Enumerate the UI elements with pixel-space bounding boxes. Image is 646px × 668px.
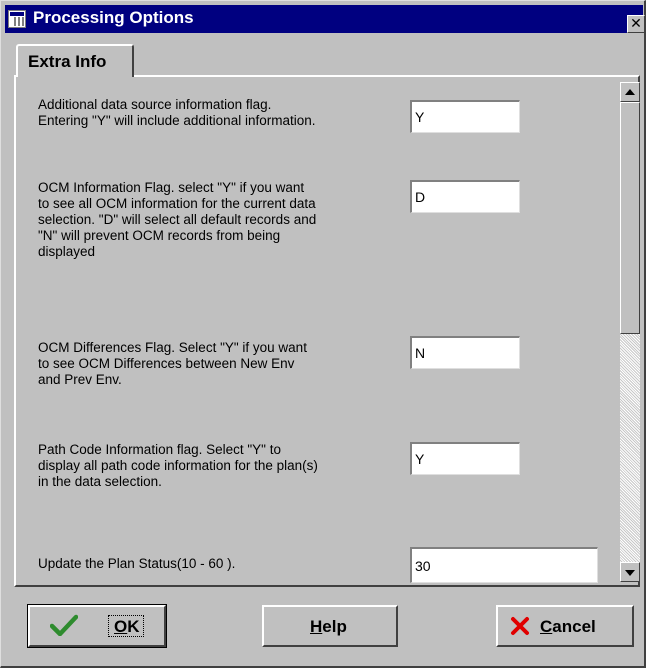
checkmark-icon (50, 614, 78, 636)
ok-label-rest: K (127, 617, 140, 636)
help-button[interactable]: Help (262, 605, 398, 647)
label-line: Entering "Y" will include additional inf… (38, 113, 316, 128)
vertical-scrollbar[interactable] (620, 82, 640, 582)
label-line: selection. "D" will select all default r… (38, 212, 317, 227)
cancel-label: Cancel (540, 617, 596, 637)
ok-mnemonic: O (114, 617, 128, 636)
option-label-plan-status: Update the Plan Status(10 - 60 ). (38, 556, 235, 572)
option-label-ocm-differences: OCM Differences Flag. Select "Y" if you … (38, 340, 307, 388)
arrow-up-icon (625, 89, 635, 95)
option-label-path-code: Path Code Information flag. Select "Y" t… (38, 442, 318, 490)
ocm-information-flag-input[interactable] (410, 180, 520, 213)
help-mnemonic: H (310, 617, 323, 636)
label-line: to see all OCM information for the curre… (38, 196, 316, 211)
ocm-differences-flag-input[interactable] (410, 336, 520, 369)
plan-status-input[interactable] (410, 547, 598, 583)
tab-extra-info[interactable]: Extra Info (16, 44, 134, 77)
close-button[interactable]: ✕ (627, 15, 645, 33)
label-line: in the data selection. (38, 474, 162, 489)
cancel-mnemonic: C (540, 617, 553, 636)
label-line: display all path code information for th… (38, 458, 318, 473)
scroll-down-button[interactable] (620, 562, 640, 582)
scroll-thumb[interactable] (620, 102, 640, 334)
label-line: displayed (38, 244, 96, 259)
label-line: and Prev Env. (38, 372, 122, 387)
help-label-rest: elp (322, 617, 347, 636)
red-x-icon (511, 617, 529, 635)
label-line: OCM Differences Flag. Select "Y" if you … (38, 340, 307, 355)
cancel-button[interactable]: Cancel (496, 605, 634, 647)
additional-data-flag-input[interactable] (410, 100, 520, 133)
label-line: Path Code Information flag. Select "Y" t… (38, 442, 281, 457)
option-label-additional-data: Additional data source information flag.… (38, 97, 315, 129)
tab-panel (14, 75, 640, 587)
window-title: Processing Options (33, 8, 194, 27)
label-line: Update the Plan Status(10 - 60 ). (38, 556, 236, 571)
app-window-icon (8, 10, 26, 28)
cancel-label-rest: ancel (552, 617, 596, 636)
help-label: Help (310, 617, 347, 637)
label-line: "N" will prevent OCM records from being (38, 228, 281, 243)
label-line: Additional data source information flag. (38, 97, 272, 112)
scroll-up-button[interactable] (620, 82, 640, 102)
label-line: OCM Information Flag. select "Y" if you … (38, 180, 305, 195)
path-code-flag-input[interactable] (410, 442, 520, 475)
label-line: to see OCM Differences between New Env (38, 356, 295, 371)
tab-label: Extra Info (28, 52, 107, 71)
title-bar[interactable]: Processing Options ✕ (5, 5, 645, 33)
ok-button[interactable]: OK (27, 604, 167, 648)
arrow-down-icon (625, 570, 635, 576)
option-label-ocm-information: OCM Information Flag. select "Y" if you … (38, 180, 316, 260)
ok-label: OK (114, 617, 140, 637)
